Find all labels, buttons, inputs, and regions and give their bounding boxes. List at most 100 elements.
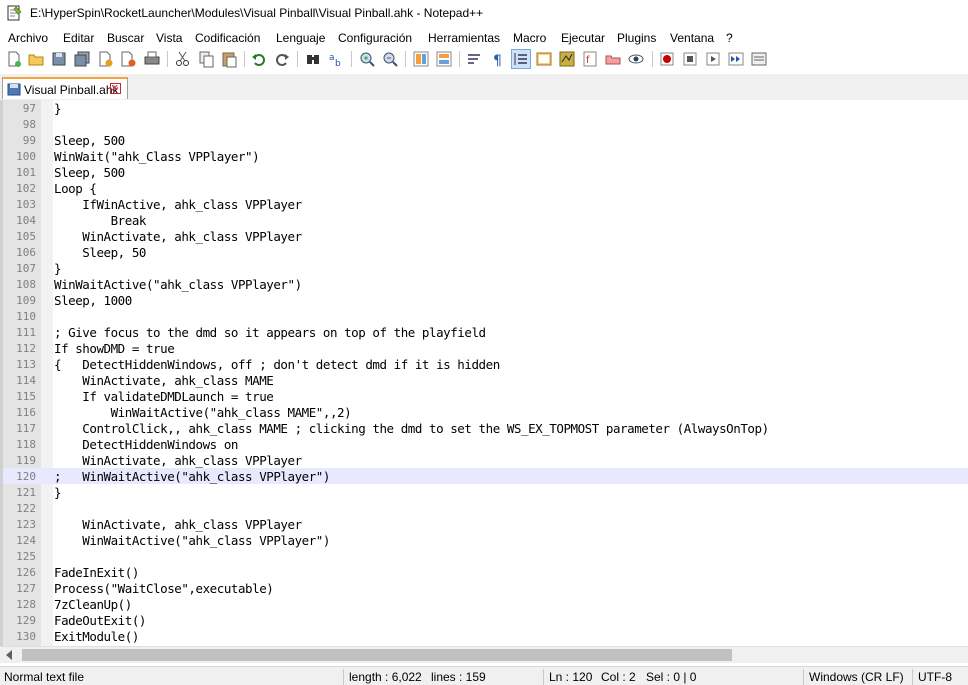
menu-plugins[interactable]: Plugins bbox=[617, 31, 656, 45]
code-line[interactable]: 115 If validateDMDLaunch = true bbox=[3, 388, 968, 404]
save-icon[interactable] bbox=[50, 50, 68, 68]
menu-codificacion[interactable]: Codificación bbox=[195, 31, 260, 45]
code-lines: 97} 98 99 Sleep, 500 100 WinWait("ahk_Class V… bbox=[3, 100, 968, 644]
code-line[interactable]: 128 7zCleanUp() bbox=[3, 596, 968, 612]
code-line[interactable]: 113 { DetectHiddenWindows, off ; don't de… bbox=[3, 356, 968, 372]
code-editor[interactable]: 97} 98 99 Sleep, 500 100 WinWait("ahk_Class V… bbox=[0, 100, 968, 646]
cut-icon[interactable] bbox=[174, 50, 192, 68]
line-text: Process("WaitClose",executable) bbox=[54, 581, 274, 596]
code-line[interactable]: 109 Sleep, 1000 bbox=[3, 292, 968, 308]
line-number: 100 bbox=[16, 150, 36, 163]
code-line[interactable]: 108 WinWaitActive("ahk_class VPPlayer") bbox=[3, 276, 968, 292]
zoom-out-icon[interactable] bbox=[381, 50, 399, 68]
code-line[interactable]: 130 ExitModule() bbox=[3, 628, 968, 644]
run-macro-multiple-icon[interactable] bbox=[727, 50, 745, 68]
code-line[interactable]: 107} bbox=[3, 260, 968, 276]
tab-visual-pinball-ahk[interactable]: Visual Pinball.ahk bbox=[2, 77, 128, 99]
sync-horizontal-icon[interactable] bbox=[435, 50, 453, 68]
menu-ventana[interactable]: Ventana bbox=[670, 31, 714, 45]
record-macro-icon[interactable] bbox=[658, 50, 676, 68]
code-line[interactable]: 122 bbox=[3, 500, 968, 516]
line-number: 127 bbox=[16, 582, 36, 595]
code-line[interactable]: 98 bbox=[3, 116, 968, 132]
line-number: 119 bbox=[16, 454, 36, 467]
menu-ejecutar[interactable]: Ejecutar bbox=[561, 31, 605, 45]
code-line[interactable]: 121} bbox=[3, 484, 968, 500]
menu-configuracion[interactable]: Configuración bbox=[338, 31, 412, 45]
line-number: 124 bbox=[16, 534, 36, 547]
print-icon[interactable] bbox=[143, 50, 161, 68]
paste-icon[interactable] bbox=[220, 50, 238, 68]
code-line[interactable]: 114 WinActivate, ahk_class MAME bbox=[3, 372, 968, 388]
stop-macro-icon[interactable] bbox=[681, 50, 699, 68]
notepad-plus-plus-icon bbox=[7, 5, 22, 21]
code-line[interactable]: 100 WinWait("ahk_Class VPPlayer") bbox=[3, 148, 968, 164]
code-line[interactable]: 117 ControlClick,, ahk_class MAME ; clic… bbox=[3, 420, 968, 436]
sync-vertical-icon[interactable] bbox=[412, 50, 430, 68]
save-all-icon[interactable] bbox=[73, 50, 91, 68]
copy-icon[interactable] bbox=[197, 50, 215, 68]
code-line[interactable]: 124 WinWaitActive("ahk_class VPPlayer") bbox=[3, 532, 968, 548]
function-list-icon[interactable] bbox=[535, 50, 553, 68]
word-wrap-icon[interactable] bbox=[466, 50, 484, 68]
code-line[interactable]: 110 bbox=[3, 308, 968, 324]
zoom-in-icon[interactable] bbox=[358, 50, 376, 68]
svg-text:b: b bbox=[335, 59, 341, 68]
menu-vista[interactable]: Vista bbox=[156, 31, 182, 45]
code-line[interactable]: 105 WinActivate, ahk_class VPPlayer bbox=[3, 228, 968, 244]
scrollbar-thumb[interactable] bbox=[22, 649, 732, 661]
find-icon[interactable] bbox=[304, 50, 322, 68]
status-eol: Windows (CR LF) bbox=[809, 670, 904, 684]
document-map-icon[interactable] bbox=[558, 50, 576, 68]
replace-icon[interactable]: ab bbox=[327, 50, 345, 68]
horizontal-scrollbar[interactable] bbox=[0, 646, 968, 663]
code-line[interactable]: 123 WinActivate, ahk_class VPPlayer bbox=[3, 516, 968, 532]
code-line[interactable]: 111 ; Give focus to the dmd so it appears… bbox=[3, 324, 968, 340]
new-file-icon[interactable] bbox=[5, 50, 23, 68]
play-macro-icon[interactable] bbox=[704, 50, 722, 68]
code-line[interactable]: 118 DetectHiddenWindows on bbox=[3, 436, 968, 452]
code-line[interactable]: 101 Sleep, 500 bbox=[3, 164, 968, 180]
scroll-left-arrow-icon[interactable] bbox=[6, 650, 12, 660]
line-number: 98 bbox=[22, 118, 36, 131]
close-all-icon[interactable] bbox=[119, 50, 137, 68]
indent-guide-icon[interactable] bbox=[511, 49, 531, 69]
show-all-characters-icon[interactable]: ¶ bbox=[489, 50, 507, 68]
save-macro-icon[interactable] bbox=[750, 50, 768, 68]
line-text: { DetectHiddenWindows, off ; don't detec… bbox=[54, 357, 500, 372]
document-list-icon[interactable] bbox=[604, 50, 622, 68]
menu-archivo[interactable]: Archivo bbox=[8, 31, 48, 45]
code-line[interactable]: 99 Sleep, 500 bbox=[3, 132, 968, 148]
code-line[interactable]: 120 ; WinWaitActive("ahk_class VPPlayer") bbox=[3, 468, 968, 484]
line-number: 108 bbox=[16, 278, 36, 291]
line-text: WinWaitActive("ahk_class VPPlayer") bbox=[54, 533, 330, 548]
menu-buscar[interactable]: Buscar bbox=[107, 31, 144, 45]
code-line[interactable]: 97} bbox=[3, 100, 968, 116]
code-line[interactable]: 129 FadeOutExit() bbox=[3, 612, 968, 628]
menu-herramientas[interactable]: Herramientas bbox=[428, 31, 500, 45]
code-line[interactable]: 116 WinWaitActive("ahk_class MAME",,2) bbox=[3, 404, 968, 420]
code-line[interactable]: 127 Process("WaitClose",executable) bbox=[3, 580, 968, 596]
undo-icon[interactable] bbox=[250, 50, 268, 68]
menu-macro[interactable]: Macro bbox=[513, 31, 546, 45]
code-line[interactable]: 104 Break bbox=[3, 212, 968, 228]
close-icon[interactable] bbox=[96, 50, 114, 68]
code-line[interactable]: 119 WinActivate, ahk_class VPPlayer bbox=[3, 452, 968, 468]
close-tab-icon[interactable] bbox=[110, 83, 121, 94]
toolbar: ab ¶ f bbox=[0, 48, 968, 72]
redo-icon[interactable] bbox=[273, 50, 291, 68]
line-number: 112 bbox=[16, 342, 36, 355]
folder-workspace-icon[interactable]: f bbox=[581, 50, 599, 68]
code-line[interactable]: 106 Sleep, 50 bbox=[3, 244, 968, 260]
menu-help[interactable]: ? bbox=[726, 31, 733, 45]
menu-lenguaje[interactable]: Lenguaje bbox=[276, 31, 325, 45]
open-file-icon[interactable] bbox=[27, 50, 45, 68]
code-line[interactable]: 126 FadeInExit() bbox=[3, 564, 968, 580]
monitoring-eye-icon[interactable] bbox=[627, 50, 645, 68]
code-line[interactable]: 125 bbox=[3, 548, 968, 564]
line-text: 7zCleanUp() bbox=[54, 597, 132, 612]
code-line[interactable]: 112 If showDMD = true bbox=[3, 340, 968, 356]
code-line[interactable]: 103 IfWinActive, ahk_class VPPlayer bbox=[3, 196, 968, 212]
menu-editar[interactable]: Editar bbox=[63, 31, 94, 45]
code-line[interactable]: 102 Loop { bbox=[3, 180, 968, 196]
